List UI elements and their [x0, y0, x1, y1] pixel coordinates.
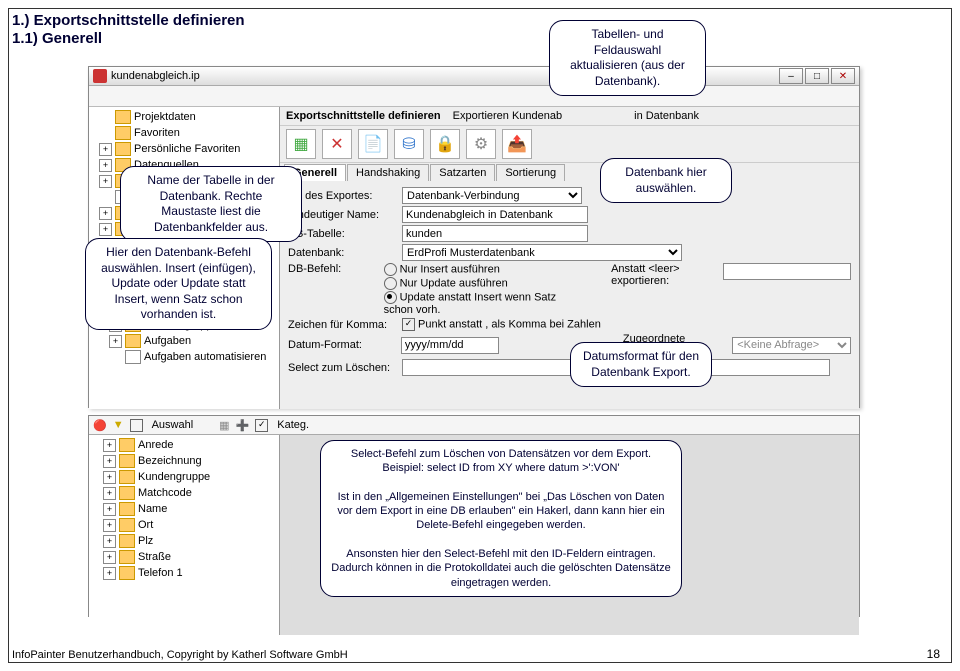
toolbar-row	[89, 86, 859, 107]
page-title-2: 1.1) Generell	[12, 30, 102, 47]
icon-settings[interactable]: ⚙	[466, 129, 496, 159]
tree-item[interactable]: Projektdaten	[89, 109, 279, 125]
tool-icon-4[interactable]: ➕	[236, 419, 250, 432]
field-item[interactable]: +Anrede	[89, 437, 279, 453]
icon-lock[interactable]: 🔒	[430, 129, 460, 159]
tool-icon-2[interactable]: ▼	[113, 419, 124, 431]
input-anstatt[interactable]	[723, 263, 851, 280]
page-title-1: 1.) Exportschnittstelle definieren	[12, 12, 245, 29]
callout-dbcmd: Hier den Datenbank-Befehl auswählen. Ins…	[85, 238, 272, 330]
radio-update[interactable]: Nur Update ausführen	[384, 277, 578, 290]
tree-item[interactable]: +Aufgaben	[89, 333, 279, 349]
page-number: 18	[927, 647, 940, 661]
kateg-label: Kateg.	[277, 419, 309, 431]
lower-tree[interactable]: +Anrede+Bezeichnung+Kundengruppe+Matchco…	[89, 435, 280, 635]
app-icon	[93, 69, 107, 83]
tabs: GenerellHandshakingSatzartenSortierung	[280, 163, 859, 181]
field-item[interactable]: +Telefon 1	[89, 565, 279, 581]
select-db[interactable]: ErdProfi Musterdatenbank	[402, 244, 682, 261]
radio-update-insert[interactable]: Update anstatt Insert wenn Satz schon vo…	[384, 291, 578, 316]
select-art[interactable]: Datenbank-Verbindung	[402, 187, 582, 204]
callout-name: Name der Tabelle in der Datenbank. Recht…	[120, 166, 302, 242]
radio-insert[interactable]: Nur Insert ausführen	[384, 263, 578, 276]
titlebar: kundenabgleich.ip – □ ✕	[89, 67, 859, 86]
field-item[interactable]: +Kundengruppe	[89, 469, 279, 485]
icon-copy[interactable]: 📄	[358, 129, 388, 159]
callout-datefmt: Datumsformat für den Datenbank Export.	[570, 342, 712, 387]
window-title: kundenabgleich.ip	[111, 70, 200, 82]
icon-db[interactable]: ⛁	[394, 129, 424, 159]
select-abfrage[interactable]: <Keine Abfrage>	[732, 337, 851, 354]
label-name: Eindeutiger Name:	[288, 209, 398, 221]
tree-item[interactable]: Favoriten	[89, 125, 279, 141]
field-item[interactable]: +Straße	[89, 549, 279, 565]
icon-export[interactable]: 📤	[502, 129, 532, 159]
minimize-button[interactable]: –	[779, 68, 803, 84]
field-item[interactable]: +Plz	[89, 533, 279, 549]
tab-handshaking[interactable]: Handshaking	[347, 164, 429, 181]
tab-sortierung[interactable]: Sortierung	[496, 164, 565, 181]
crumb-3: in Datenbank	[628, 110, 705, 122]
close-button[interactable]: ✕	[831, 68, 855, 84]
tool-icon-3[interactable]: ▦	[219, 419, 229, 432]
label-db: Datenbank:	[288, 247, 398, 259]
crumb-1: Exportschnittstelle definieren	[280, 110, 447, 122]
callout-top: Tabellen- und Feldauswahl aktualisieren …	[549, 20, 706, 96]
checkbox-komma[interactable]: Punkt anstatt , als Komma bei Zahlen	[402, 318, 601, 331]
label-datum: Datum-Format:	[288, 339, 397, 351]
field-item[interactable]: +Name	[89, 501, 279, 517]
callout-dbselect: Datenbank hier auswählen.	[600, 158, 732, 203]
input-datum[interactable]	[401, 337, 499, 354]
label-dbtable: DB-Tabelle:	[288, 228, 398, 240]
auswahl-check[interactable]	[130, 419, 143, 432]
tree-item[interactable]: +Persönliche Favoriten	[89, 141, 279, 157]
input-name[interactable]	[402, 206, 588, 223]
label-anstatt: Anstatt <leer> exportieren:	[611, 263, 719, 287]
action-icons: ▦ ✕ 📄 ⛁ 🔒 ⚙ 📤	[280, 126, 859, 163]
field-item[interactable]: +Matchcode	[89, 485, 279, 501]
kateg-check[interactable]	[255, 419, 268, 432]
icon-save[interactable]: ✕	[322, 129, 352, 159]
label-select: Select zum Löschen:	[288, 362, 398, 374]
input-dbtable[interactable]	[402, 225, 588, 242]
crumb-2: Exportieren Kundenab	[447, 110, 568, 122]
lower-toolbar: 🔴 ▼ Auswahl ▦ ➕ Kateg.	[89, 416, 859, 435]
footer-text: InfoPainter Benutzerhandbuch, Copyright …	[12, 649, 348, 661]
icon-new[interactable]: ▦	[286, 129, 316, 159]
callout-select: Select-Befehl zum Löschen von Datensätze…	[320, 440, 682, 597]
tool-icon[interactable]: 🔴	[93, 419, 107, 432]
maximize-button[interactable]: □	[805, 68, 829, 84]
field-item[interactable]: +Bezeichnung	[89, 453, 279, 469]
field-item[interactable]: +Ort	[89, 517, 279, 533]
label-art: Art des Exportes:	[288, 190, 398, 202]
label-dbbefehl: DB-Befehl:	[288, 263, 380, 275]
tab-satzarten[interactable]: Satzarten	[430, 164, 495, 181]
tree-item[interactable]: Aufgaben automatisieren	[89, 349, 279, 365]
label-komma: Zeichen für Komma:	[288, 319, 398, 331]
auswahl-label: Auswahl	[152, 419, 194, 431]
breadcrumb: Exportschnittstelle definieren Exportier…	[280, 107, 859, 126]
